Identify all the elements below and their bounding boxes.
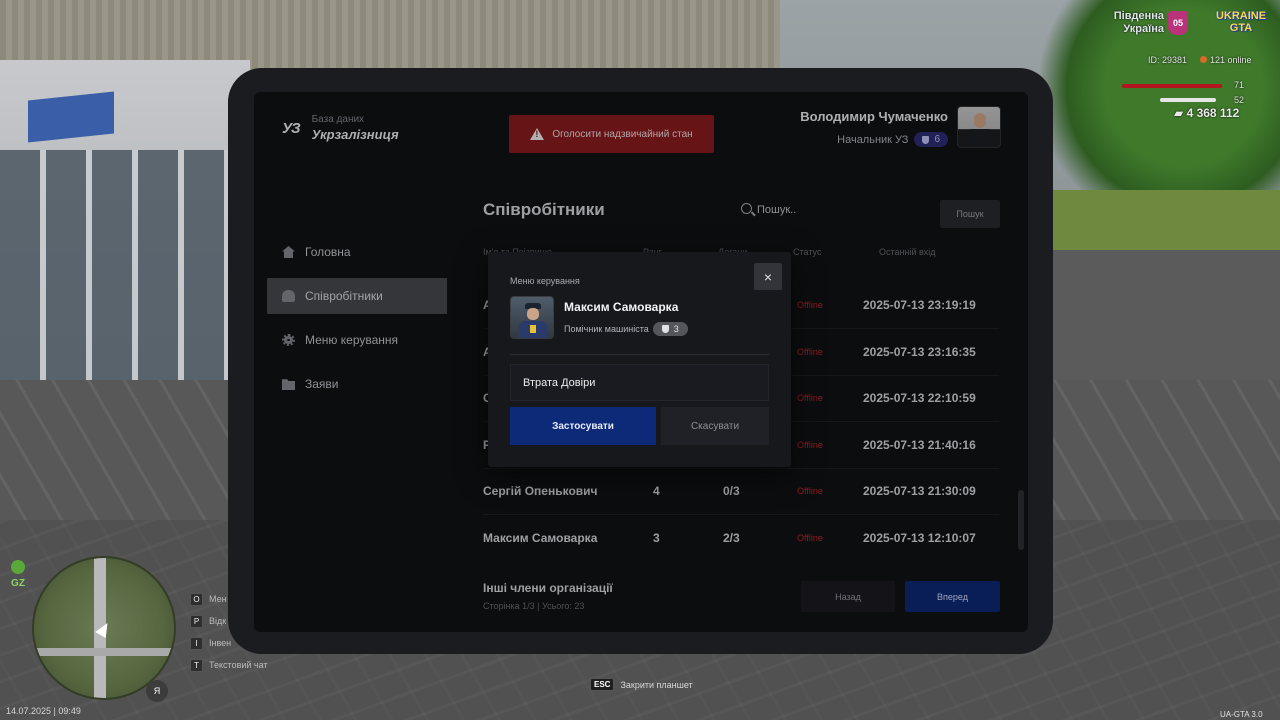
- avatar-badge: [530, 325, 536, 333]
- key-hint: T Текстовий чат: [190, 654, 268, 676]
- game-logo-line1: UKRAINE: [1215, 10, 1267, 22]
- money-icon: ▰: [1174, 106, 1187, 120]
- game-logo: UKRAINE GTA: [1212, 10, 1270, 38]
- armor-bar: [1160, 98, 1216, 102]
- online-text: 121 online: [1210, 55, 1252, 65]
- health-bar: [1122, 84, 1222, 88]
- key-i: I: [190, 636, 203, 650]
- key-hint-label: Відк: [209, 616, 227, 626]
- key-o: O: [190, 592, 203, 606]
- minimap: [32, 556, 176, 700]
- employee-role: Помічник машиніста: [564, 324, 649, 334]
- health-value: 71: [1234, 80, 1245, 90]
- reason-input[interactable]: [510, 364, 769, 401]
- close-tablet-label: Закрити планшет: [620, 679, 693, 690]
- compass: Я: [146, 680, 168, 702]
- armor-value: 52: [1234, 95, 1245, 105]
- divider: [510, 354, 769, 355]
- employee-avatar: [510, 296, 554, 339]
- close-icon: ×: [763, 268, 773, 285]
- hud-region-line1: Південна: [1113, 10, 1164, 22]
- key-p: P: [190, 614, 203, 628]
- version: UA-GTA 3.0: [1220, 710, 1263, 719]
- close-button[interactable]: ×: [754, 263, 782, 290]
- game-logo-line2: GTA: [1229, 22, 1253, 34]
- minimap-road: [34, 648, 174, 656]
- money: ▰ 4 368 112: [1174, 106, 1239, 120]
- player-id: ID: 29381: [1148, 55, 1188, 65]
- employee-role-row: Помічник машиніста 3: [564, 322, 688, 336]
- employee-rank: 3: [673, 324, 679, 334]
- apply-button[interactable]: Застосувати: [510, 407, 656, 445]
- key-hint-label: Інвен: [209, 638, 232, 648]
- hud-region-line2: Україна: [1123, 23, 1164, 35]
- close-tablet-hint: ESC Закрити планшет: [590, 678, 693, 691]
- money-value: 4 368 112: [1186, 106, 1240, 120]
- zone-label: GZ: [11, 578, 25, 589]
- online-dot-icon: [1200, 56, 1207, 63]
- online-count: 121 online: [1200, 55, 1252, 65]
- shield-icon: [661, 325, 669, 333]
- employee-name: Максим Самоварка: [564, 300, 679, 314]
- key-hint-label: Мен: [209, 594, 227, 604]
- zone-icon: [11, 560, 25, 574]
- esc-key: ESC: [590, 678, 615, 691]
- zone-indicator: GZ: [8, 560, 28, 589]
- control-modal: Меню керування × Максим Самоварка Помічн…: [488, 252, 791, 467]
- avatar-head: [527, 308, 539, 320]
- region-badge: 05: [1168, 11, 1188, 35]
- hud-region: Південна Україна: [1100, 10, 1164, 36]
- version-fps: UA-GTA 3.0 45: [1220, 710, 1280, 720]
- key-t: T: [190, 658, 203, 672]
- cancel-button[interactable]: Скасувати: [661, 407, 769, 445]
- date-time: 14.07.2025 | 09:49: [6, 706, 81, 716]
- key-hint-label: Текстовий чат: [209, 660, 268, 670]
- employee-rank-badge: 3: [652, 322, 688, 336]
- modal-title: Меню керування: [510, 276, 580, 286]
